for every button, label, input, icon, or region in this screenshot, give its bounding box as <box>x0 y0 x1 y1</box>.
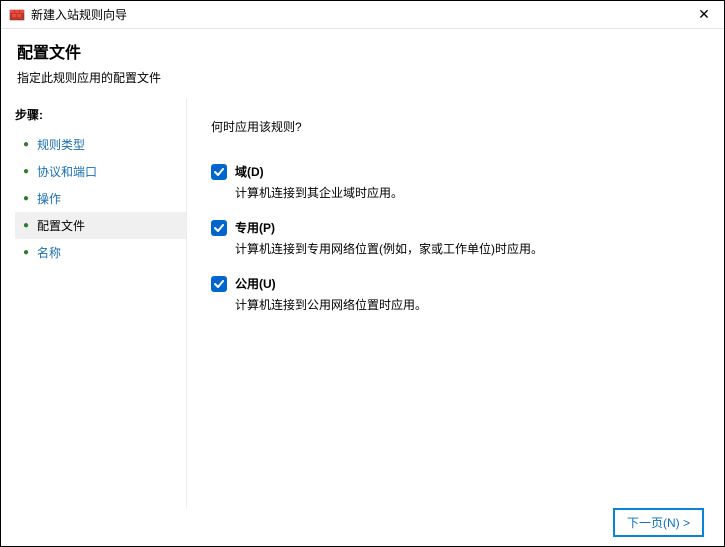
profile-checkbox[interactable] <box>211 164 227 180</box>
profile-label: 公用(U) <box>235 275 276 292</box>
next-button-label: 下一页(N) > <box>627 514 690 531</box>
profile-description: 计算机连接到公用网络位置时应用。 <box>235 296 700 313</box>
step-label: 操作 <box>37 190 61 207</box>
window-title: 新建入站规则向导 <box>31 6 692 23</box>
step-label: 名称 <box>37 244 61 261</box>
firewall-icon <box>9 7 25 23</box>
content-question: 何时应用该规则? <box>211 118 700 135</box>
next-button[interactable]: 下一页(N) > <box>613 508 704 537</box>
step-label: 规则类型 <box>37 136 85 153</box>
step-bullet-icon: ● <box>21 167 31 177</box>
wizard-body: 步骤: ● 规则类型 ● 协议和端口 ● 操作 ● 配置文件 ● 名称 何时应用该规则? 域(D)… <box>1 98 724 509</box>
step-bullet-icon: ● <box>21 194 31 204</box>
page-title: 配置文件 <box>17 39 708 63</box>
profile-option-2: 公用(U) 计算机连接到公用网络位置时应用。 <box>211 275 700 313</box>
step-bullet-icon: ● <box>21 221 31 231</box>
profile-description: 计算机连接到专用网络位置(例如，家或工作单位)时应用。 <box>235 240 700 257</box>
step-item-1[interactable]: ● 协议和端口 <box>15 158 186 185</box>
profile-option-0: 域(D) 计算机连接到其企业域时应用。 <box>211 163 700 201</box>
step-item-0[interactable]: ● 规则类型 <box>15 131 186 158</box>
profile-row: 域(D) <box>211 163 700 180</box>
wizard-header: 配置文件 指定此规则应用的配置文件 <box>1 29 724 98</box>
page-subtitle: 指定此规则应用的配置文件 <box>17 69 708 86</box>
step-item-2[interactable]: ● 操作 <box>15 185 186 212</box>
step-item-3[interactable]: ● 配置文件 <box>15 212 186 239</box>
step-label: 配置文件 <box>37 217 85 234</box>
steps-heading: 步骤: <box>15 106 186 123</box>
titlebar: 新建入站规则向导 ✕ <box>1 1 724 29</box>
step-bullet-icon: ● <box>21 140 31 150</box>
profile-row: 专用(P) <box>211 219 700 236</box>
profile-checkbox[interactable] <box>211 220 227 236</box>
profile-checkbox[interactable] <box>211 276 227 292</box>
steps-sidebar: 步骤: ● 规则类型 ● 协议和端口 ● 操作 ● 配置文件 ● 名称 <box>1 98 186 509</box>
wizard-footer: 下一页(N) > <box>1 498 724 546</box>
wizard-content: 何时应用该规则? 域(D) 计算机连接到其企业域时应用。专用(P) 计算机连接到专用… <box>186 98 724 509</box>
profile-option-1: 专用(P) 计算机连接到专用网络位置(例如，家或工作单位)时应用。 <box>211 219 700 257</box>
close-button[interactable]: ✕ <box>692 3 716 27</box>
profile-description: 计算机连接到其企业域时应用。 <box>235 184 700 201</box>
step-bullet-icon: ● <box>21 248 31 258</box>
step-item-4[interactable]: ● 名称 <box>15 239 186 266</box>
step-label: 协议和端口 <box>37 163 97 180</box>
profile-label: 专用(P) <box>235 219 275 236</box>
profile-label: 域(D) <box>235 163 264 180</box>
profile-row: 公用(U) <box>211 275 700 292</box>
